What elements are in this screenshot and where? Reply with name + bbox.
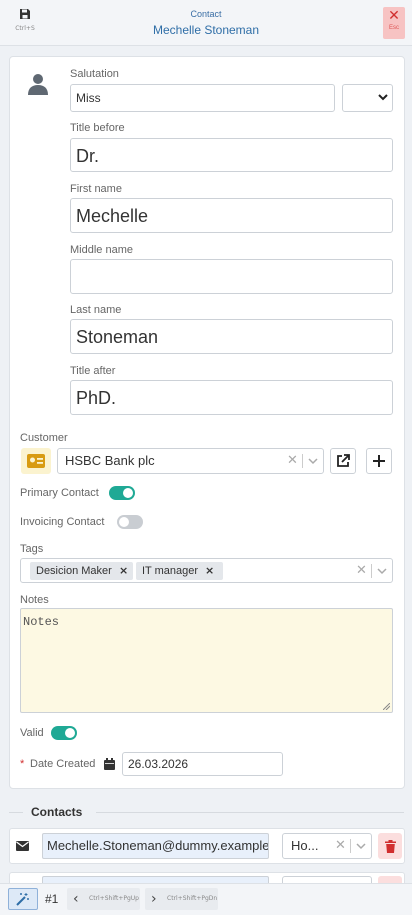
last-name-input[interactable]: Stoneman	[70, 319, 393, 354]
delete-contact-button[interactable]	[378, 833, 402, 859]
tags-select[interactable]: Desicion Maker × IT manager × ✕	[20, 558, 393, 583]
primary-contact-label: Primary Contact	[20, 487, 99, 499]
select-separator	[371, 564, 372, 578]
clear-icon[interactable]: ✕	[287, 453, 298, 468]
calendar-icon	[104, 758, 115, 770]
save-shortcut-label: Ctrl+S	[15, 25, 35, 32]
title-after-label: Title after	[70, 365, 116, 377]
entity-type-label: Contact	[190, 9, 222, 19]
toggle-knob	[119, 517, 129, 527]
remove-tag-icon[interactable]: ×	[119, 562, 128, 580]
add-customer-button[interactable]	[366, 448, 392, 474]
last-name-value: Stoneman	[76, 327, 159, 347]
valid-label: Valid	[20, 727, 44, 739]
chevron-down-icon	[308, 458, 318, 465]
record-footer: #1 ‹ Ctrl+Shift+PgUp › Ctrl+Shift+PgDn	[0, 883, 412, 915]
salutation-value: Miss	[76, 91, 101, 105]
chevron-right-icon: ›	[151, 891, 157, 907]
close-icon: ✕	[388, 8, 400, 24]
middle-name-label: Middle name	[70, 244, 133, 256]
contact-type-value: Ho...	[291, 838, 319, 853]
contacts-section-title: Contacts	[31, 805, 83, 819]
date-created-value: 26.03.2026	[128, 757, 189, 771]
date-created-label: Date Created	[30, 758, 96, 770]
open-customer-button[interactable]	[330, 448, 356, 474]
toggle-knob	[123, 488, 133, 498]
title-before-label: Title before	[70, 122, 125, 134]
clear-icon[interactable]: ✕	[356, 563, 367, 578]
next-record-button[interactable]: › Ctrl+Shift+PgDn	[145, 888, 218, 910]
tag-label: IT manager	[142, 565, 199, 577]
required-marker: *	[20, 758, 25, 770]
magic-wand-icon	[16, 893, 29, 906]
title-after-value: PhD.	[76, 388, 117, 408]
contact-type-select[interactable]: Ho... ✕	[282, 833, 372, 859]
dialog-header: Ctrl+S Contact Mechelle Stoneman ✕ Esc	[0, 0, 412, 46]
contact-value-input[interactable]: Mechelle.Stoneman@dummy.example	[42, 833, 269, 859]
customer-select[interactable]: HSBC Bank plc ✕	[57, 448, 324, 474]
dialog-title: Contact Mechelle Stoneman	[100, 9, 312, 37]
save-button[interactable]: Ctrl+S	[10, 7, 40, 32]
close-shortcut-label: Esc	[388, 25, 399, 31]
plus-icon	[373, 455, 385, 467]
date-created-input[interactable]: 26.03.2026	[122, 752, 283, 776]
toggle-knob	[65, 728, 75, 738]
select-separator	[302, 454, 303, 468]
divider	[9, 812, 23, 813]
valid-toggle[interactable]	[51, 726, 77, 740]
first-name-value: Mechelle	[76, 206, 149, 226]
first-name-input[interactable]: Mechelle	[70, 198, 393, 233]
customer-label: Customer	[20, 432, 68, 444]
customer-card-icon	[21, 448, 51, 474]
notes-label: Notes	[20, 594, 49, 606]
close-button[interactable]: ✕ Esc	[383, 7, 405, 39]
clear-icon[interactable]: ✕	[335, 838, 346, 853]
salutation-select[interactable]	[342, 84, 393, 112]
invoicing-contact-toggle[interactable]	[117, 515, 143, 529]
middle-name-input[interactable]	[70, 259, 393, 294]
remove-tag-icon[interactable]: ×	[205, 562, 214, 580]
primary-contact-toggle[interactable]	[109, 486, 135, 500]
chevron-down-icon	[378, 94, 388, 101]
customer-value: HSBC Bank plc	[65, 453, 155, 468]
person-icon	[28, 73, 48, 100]
previous-shortcut-label: Ctrl+Shift+PgUp	[89, 895, 139, 902]
salutation-label: Salutation	[70, 68, 119, 80]
title-after-input[interactable]: PhD.	[70, 380, 393, 415]
next-shortcut-label: Ctrl+Shift+PgDn	[167, 895, 218, 902]
chevron-down-icon	[377, 568, 387, 575]
envelope-icon	[16, 841, 29, 851]
contact-row: Mechelle.Stoneman@dummy.example Ho... ✕	[9, 828, 405, 864]
magic-wand-button[interactable]	[8, 888, 38, 910]
contact-value: Mechelle.Stoneman@dummy.example	[47, 838, 269, 853]
last-name-label: Last name	[70, 304, 122, 316]
trash-icon	[384, 839, 396, 853]
notes-textarea[interactable]: Notes	[20, 608, 393, 713]
external-link-icon	[337, 454, 350, 467]
first-name-label: First name	[70, 183, 122, 195]
record-number: #1	[45, 892, 59, 906]
title-before-value: Dr.	[76, 146, 100, 166]
title-before-input[interactable]: Dr.	[70, 138, 393, 172]
chevron-left-icon: ‹	[73, 891, 79, 907]
tags-label: Tags	[20, 543, 44, 555]
resize-handle-icon[interactable]	[383, 703, 390, 710]
tag-chip: Desicion Maker ×	[30, 562, 133, 580]
floppy-disk-icon	[10, 7, 40, 23]
invoicing-contact-label: Invoicing Contact	[20, 516, 105, 528]
salutation-input[interactable]: Miss	[70, 84, 335, 112]
chevron-down-icon	[356, 843, 366, 850]
tag-label: Desicion Maker	[36, 565, 112, 577]
notes-placeholder: Notes	[23, 615, 60, 629]
previous-record-button[interactable]: ‹ Ctrl+Shift+PgUp	[67, 888, 140, 910]
select-separator	[350, 839, 351, 853]
record-name-label: Mechelle Stoneman	[152, 23, 260, 37]
tag-chip: IT manager ×	[136, 562, 223, 580]
divider	[96, 812, 404, 813]
